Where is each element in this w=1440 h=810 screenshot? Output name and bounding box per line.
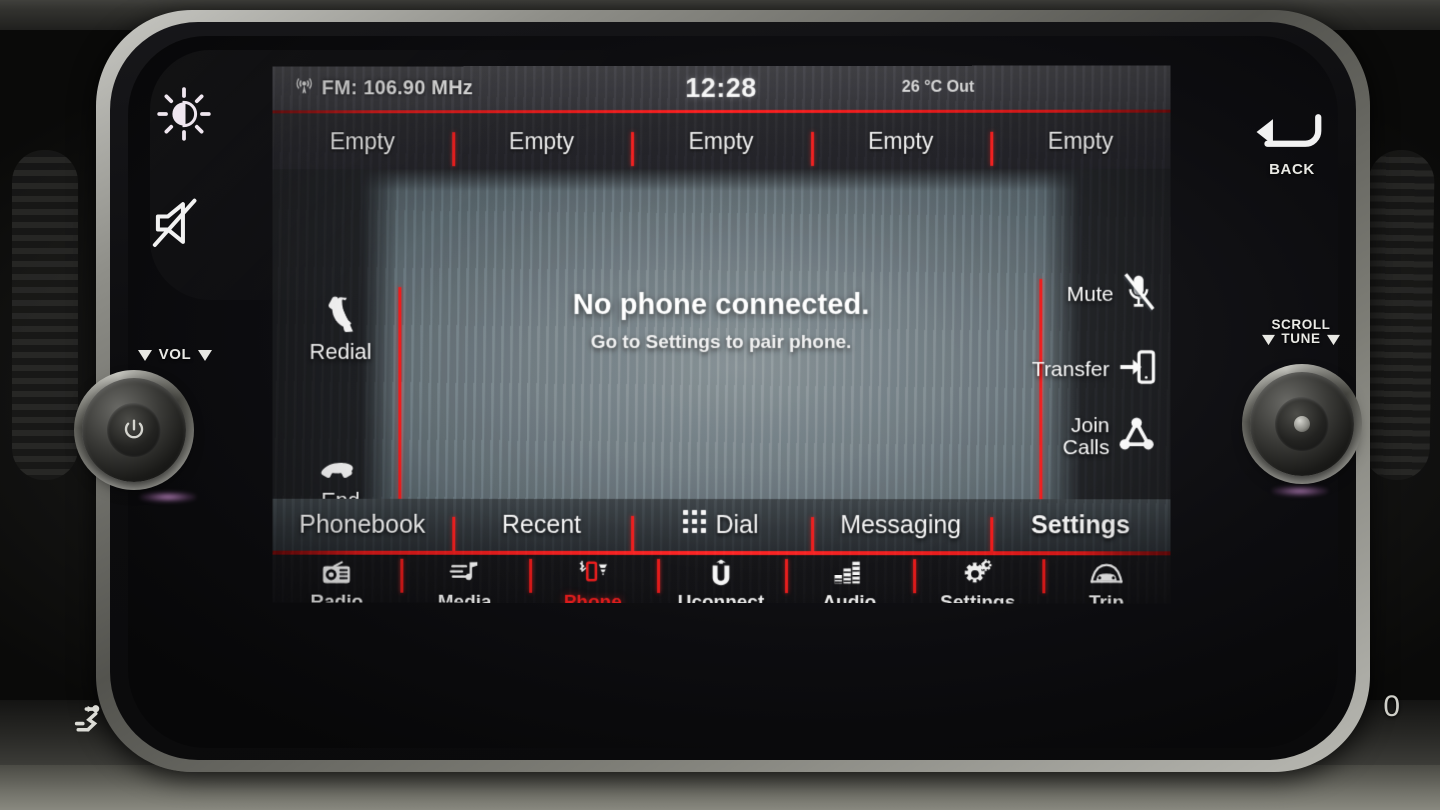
scroll-tune-knob[interactable] [1242,364,1362,484]
recent-label: Recent [501,510,582,539]
settings-label: Settings [1031,510,1131,539]
preset-button-2[interactable]: Empty [452,128,631,155]
bottom-nav-bar: Radio Media Phone Uconnect Audio Setting… [272,554,1171,604]
body-shade-top [272,168,1171,192]
volume-knob-body[interactable] [82,378,186,482]
nav-label-settings: Settings [940,592,1016,604]
tune-knob-center-dot [1294,416,1310,432]
phone-handset-icon [283,294,399,339]
zero-marking: 0 [1383,690,1400,724]
preset-label: Empty [1047,127,1114,154]
settings-button[interactable]: Settings [991,511,1171,540]
mute-speaker-button[interactable] [152,198,210,253]
preset-button-4[interactable]: Empty [811,127,991,154]
preset-button-5[interactable]: Empty [991,127,1171,154]
volume-power-knob[interactable] [74,370,194,490]
infotainment-screen[interactable]: FM: 106.90 MHz 12:28 26 °C Out Empty Emp… [272,65,1171,604]
phone-bluetooth-icon [577,557,609,587]
nav-label-media: Media [437,591,492,604]
volume-knob-underglow [140,492,196,502]
clock-label: 12:28 [685,72,757,103]
join-calls-label-line2: Calls [1062,435,1110,459]
preset-label: Empty [868,127,934,154]
power-icon [121,417,147,443]
function-row: Phonebook Recent Dial Messaging Settings [272,498,1171,552]
back-label: BACK [1269,161,1315,178]
transfer-phone-icon [1117,347,1157,392]
nav-item-radio[interactable]: Radio [273,557,401,604]
messaging-label: Messaging [840,510,962,539]
dial-button[interactable]: Dial [631,510,811,540]
nav-item-audio[interactable]: Audio [785,557,913,603]
clock-wrap: 12:28 [273,72,1171,104]
tune-knob-label-group: SCROLL TUNE [1248,317,1354,347]
preset-button-3[interactable]: Empty [631,127,811,154]
tune-right-arrow-icon [1326,334,1340,345]
nav-item-trip[interactable]: Trip [1042,557,1171,603]
end-call-icon [283,459,399,488]
mute-button[interactable]: Mute [1010,272,1170,317]
back-button[interactable]: BACK [1246,112,1338,178]
airflow-button[interactable] [66,700,108,747]
join-calls-icon [1117,414,1157,459]
nav-item-uconnect[interactable]: Uconnect [657,557,785,603]
nav-item-settings[interactable]: Settings [914,557,1043,603]
preset-row: Empty Empty Empty Empty Empty [272,112,1171,170]
music-note-icon [450,557,480,587]
uconnect-logo-icon [709,557,733,587]
gears-icon [962,557,994,587]
tune-label: TUNE [1281,331,1321,347]
nav-label-uconnect: Uconnect [677,591,765,604]
nav-label-phone: Phone [563,591,622,604]
transfer-label: Transfer [1031,357,1110,381]
preset-label: Empty [688,127,754,154]
zero-label: 0 [1383,690,1400,723]
preset-button-1[interactable]: Empty [273,128,452,155]
nav-label-radio: Radio [310,591,364,604]
volume-down-arrow-icon [137,349,152,361]
equalizer-icon [834,557,864,587]
tune-knob-body[interactable] [1250,372,1354,476]
scroll-label: SCROLL [1271,317,1331,332]
microphone-muted-icon [1121,272,1157,317]
nav-label-audio: Audio [822,592,877,604]
join-calls-label: Join Calls [1062,414,1110,459]
radio-icon [322,557,352,587]
redial-button[interactable]: Redial [283,294,399,365]
volume-label: VOL [158,346,192,363]
air-vent-left [12,150,78,480]
brightness-button[interactable] [156,86,212,147]
nav-item-media[interactable]: Media [401,557,529,604]
preset-label: Empty [508,127,575,154]
volume-knob-label-group: VOL [128,346,222,363]
join-calls-label-line1: Join [1070,414,1110,438]
redial-label: Redial [309,338,372,364]
status-bar: FM: 106.90 MHz 12:28 26 °C Out [272,65,1171,111]
keypad-grid-icon [683,510,707,540]
join-calls-button[interactable]: Join Calls [1010,414,1170,459]
tune-left-arrow-icon [1262,334,1276,345]
nav-label-trip: Trip [1088,592,1124,604]
temperature-wrap: 26 °C Out [902,79,974,97]
tune-knob-underglow [1272,486,1328,496]
messaging-button[interactable]: Messaging [811,511,991,540]
function-divider [272,550,1171,556]
dashboard-background: FM: 106.90 MHz 12:28 26 °C Out Empty Emp… [0,0,1440,810]
car-icon [1089,557,1123,587]
phone-screen-body: No phone connected. Go to Settings to pa… [272,168,1171,513]
phonebook-label: Phonebook [299,510,426,539]
air-vent-right [1363,149,1435,481]
outside-temperature-label: 26 °C Out [901,78,975,96]
volume-up-arrow-icon [198,349,213,361]
mute-label: Mute [1066,282,1114,306]
phonebook-button[interactable]: Phonebook [273,510,452,539]
transfer-button[interactable]: Transfer [1010,347,1170,392]
nav-item-phone[interactable]: Phone [529,557,657,604]
dial-label: Dial [715,510,759,539]
preset-label: Empty [329,127,395,154]
recent-button[interactable]: Recent [452,510,631,539]
